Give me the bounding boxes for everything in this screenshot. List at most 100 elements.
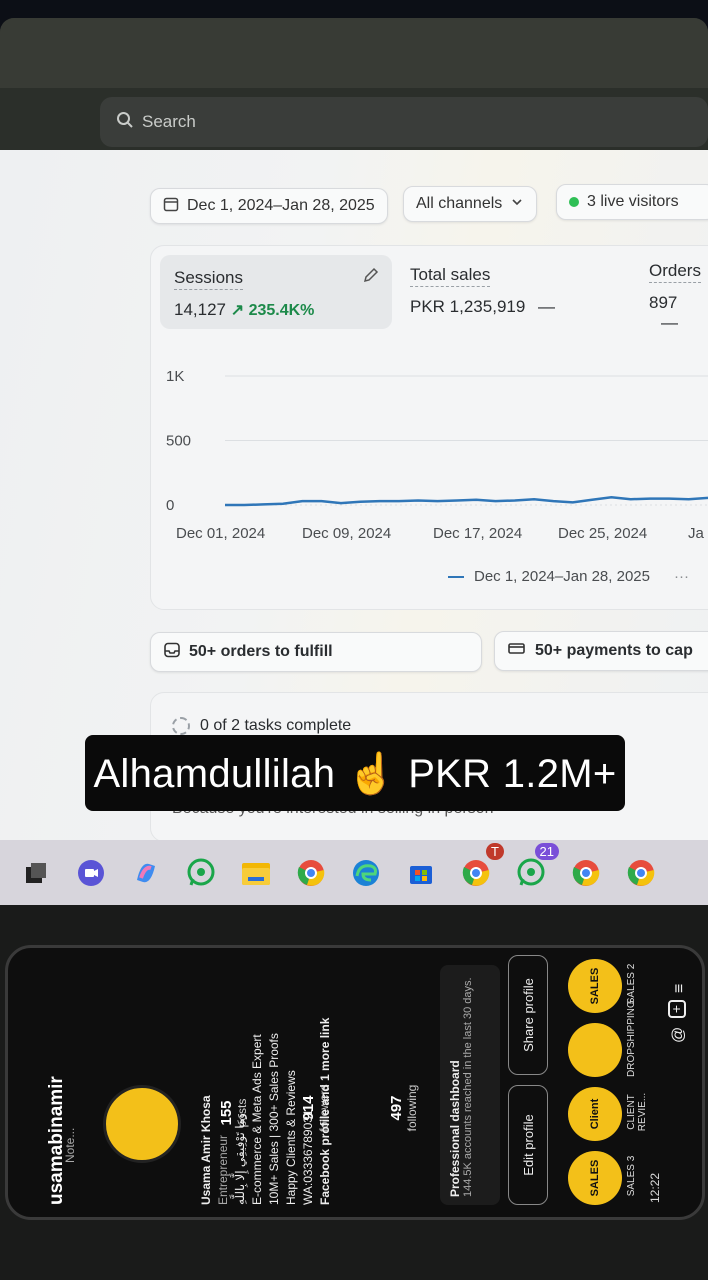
bio-line-1: وَمَا تَوْفِيقِي إِلَّا بِاللَّهِ <box>233 1112 247 1205</box>
story-caption: Alhamdullilah ☝️ PKR 1.2M+ <box>85 735 625 811</box>
chrome-badge: T <box>486 842 504 860</box>
following-stat[interactable]: 497 following <box>388 1073 419 1143</box>
highlight-cover: Client <box>568 1087 622 1141</box>
whatsapp-web-icon[interactable]: 21 <box>511 842 559 893</box>
dashboard-title: Professional dashboard <box>448 1060 462 1197</box>
chart-legend: Dec 1, 2024–Jan 28, 2025 ··· <box>448 568 689 585</box>
highlight-label: SALES 2 <box>626 963 637 1005</box>
store-icon[interactable] <box>401 853 441 893</box>
date-range-filter[interactable]: Dec 1, 2024–Jan 28, 2025 <box>150 188 388 224</box>
y-tick-label: 500 <box>166 433 191 450</box>
chrome-profile-icon[interactable]: T <box>456 842 504 893</box>
dashboard-subtitle: 144.5K accounts reached in the last 30 d… <box>462 977 474 1197</box>
edit-profile-button[interactable]: Edit profile <box>508 1085 548 1205</box>
live-dot-icon <box>569 197 579 207</box>
live-visitors-pill[interactable]: 3 live visitors <box>556 184 708 220</box>
y-tick-label: 0 <box>166 497 174 514</box>
x-tick-label: Dec 09, 2024 <box>302 525 391 542</box>
chrome-icon[interactable] <box>291 853 331 893</box>
x-tick-label: Dec 25, 2024 <box>558 525 647 542</box>
orders-to-fulfill-card[interactable]: 50+ orders to fulfill <box>150 632 482 672</box>
x-tick-label: Ja <box>688 525 705 542</box>
legend-line-swatch <box>448 575 464 578</box>
search-bar[interactable]: Search <box>100 97 708 147</box>
sessions-chart: 1K 500 0Dec 01, 2024 Dec 09, 2024 Dec 17, 20… <box>166 368 708 542</box>
x-tick-label: Dec 01, 2024 <box>176 525 265 542</box>
highlight-label: DROPSHIPPING <box>626 1000 637 1077</box>
highlight-item[interactable]: SALES SALES 2 <box>568 955 678 1013</box>
bio-line-2: E-commerce & Meta Ads Expert <box>250 1034 264 1205</box>
sessions-value: 14,127 ↗ 235.4K% <box>174 300 314 320</box>
story-highlights: SALES SALES 3 Client CLIENT REVIE... DRO… <box>568 955 678 1205</box>
edge-icon[interactable] <box>346 853 386 893</box>
whatsapp-badge: 21 <box>534 842 559 860</box>
highlight-cover: SALES <box>568 1151 622 1205</box>
task-view-icon[interactable] <box>16 853 56 893</box>
inbox-icon <box>163 641 181 664</box>
total-sales-trend: — <box>538 297 556 316</box>
orders-to-fulfill-label: 50+ orders to fulfill <box>189 643 333 660</box>
share-profile-label: Share profile <box>520 978 536 1052</box>
bio-block: Usama Amir Khosa Entrepreneur وَمَا تَوْ… <box>198 948 334 1205</box>
bio-line-3: 10M+ Sales | 300+ Sales Proofs <box>267 1033 281 1205</box>
payments-to-capture-card[interactable]: 50+ payments to cap <box>494 631 708 671</box>
total-sales-value: PKR 1,235,919 — <box>410 297 555 317</box>
following-label: following <box>405 1084 419 1132</box>
highlight-cover <box>568 1023 622 1077</box>
pencil-icon[interactable] <box>362 266 380 289</box>
instagram-profile-screen: 12:22 usamabinamir + ≡ @ Note... 155 pos… <box>8 948 702 1217</box>
total-sales-number: PKR 1,235,919 <box>410 297 526 316</box>
y-tick-label: 1K <box>166 368 184 385</box>
display-name: Usama Amir Khosa <box>199 1095 213 1205</box>
highlight-cover: SALES <box>568 959 622 1013</box>
channels-label: All channels <box>416 195 503 212</box>
file-explorer-icon[interactable] <box>236 853 276 893</box>
legend-more[interactable]: ··· <box>674 568 689 585</box>
total-sales-label[interactable]: Total sales <box>410 265 491 287</box>
search-icon <box>116 111 134 134</box>
tasks-progress: 0 of 2 tasks complete <box>172 717 351 735</box>
highlight-item[interactable]: SALES SALES 3 <box>568 1147 678 1205</box>
highlight-label: CLIENT REVIE... <box>626 1092 648 1132</box>
orders-value: 897 — <box>649 293 708 333</box>
tasks-progress-label: 0 of 2 tasks complete <box>200 717 352 734</box>
meet-icon[interactable] <box>71 853 111 893</box>
category-label: Entrepreneur <box>216 1134 230 1205</box>
orders-trend: — <box>661 313 678 332</box>
chevron-down-icon <box>510 195 524 214</box>
sessions-number: 14,127 <box>174 300 226 319</box>
copilot-icon[interactable] <box>126 853 166 893</box>
calendar-icon <box>163 196 179 217</box>
orders-number: 897 <box>649 293 678 312</box>
highlight-label: SALES 3 <box>626 1155 637 1197</box>
bio-line-5: WA:03336789031 <box>301 1109 315 1205</box>
windows-taskbar: T 21 <box>0 840 708 905</box>
chrome-icon-2[interactable] <box>566 853 606 893</box>
payments-label: 50+ payments to cap <box>535 642 693 659</box>
orders-label[interactable]: Orders <box>649 261 701 283</box>
share-profile-button[interactable]: Share profile <box>508 955 548 1075</box>
story-photo: { "search": {"placeholder": "Search"}, "… <box>0 0 708 1280</box>
date-range-label: Dec 1, 2024–Jan 28, 2025 <box>187 197 375 214</box>
highlight-item[interactable]: Client CLIENT REVIE... <box>568 1083 678 1141</box>
sessions-label: Sessions <box>174 268 243 290</box>
payment-icon <box>507 641 527 662</box>
bio-line-4: Happy Clients & Reviews <box>284 1070 298 1205</box>
following-count: 497 <box>388 1095 405 1121</box>
sessions-series-line[interactable] <box>225 496 708 507</box>
progress-circle-icon <box>172 717 190 735</box>
edit-profile-label: Edit profile <box>520 1114 536 1176</box>
chrome-icon-3[interactable] <box>621 853 661 893</box>
profile-avatar[interactable] <box>103 1085 181 1163</box>
highlight-item[interactable]: DROPSHIPPING <box>568 1000 678 1077</box>
professional-dashboard[interactable]: Professional dashboard 144.5K accounts r… <box>440 965 500 1205</box>
note-bubble[interactable]: Note... <box>63 1128 77 1163</box>
monitor-frame <box>0 18 708 88</box>
bio-links[interactable]: Facebook profile and 1 more link <box>317 948 334 1205</box>
channels-dropdown[interactable]: All channels <box>403 186 538 222</box>
sessions-change: ↗ 235.4K% <box>230 302 315 319</box>
x-tick-label: Dec 17, 2024 <box>433 525 522 542</box>
whatsapp-icon[interactable] <box>181 853 221 893</box>
legend-label: Dec 1, 2024–Jan 28, 2025 <box>474 568 650 585</box>
search-placeholder: Search <box>142 112 196 131</box>
